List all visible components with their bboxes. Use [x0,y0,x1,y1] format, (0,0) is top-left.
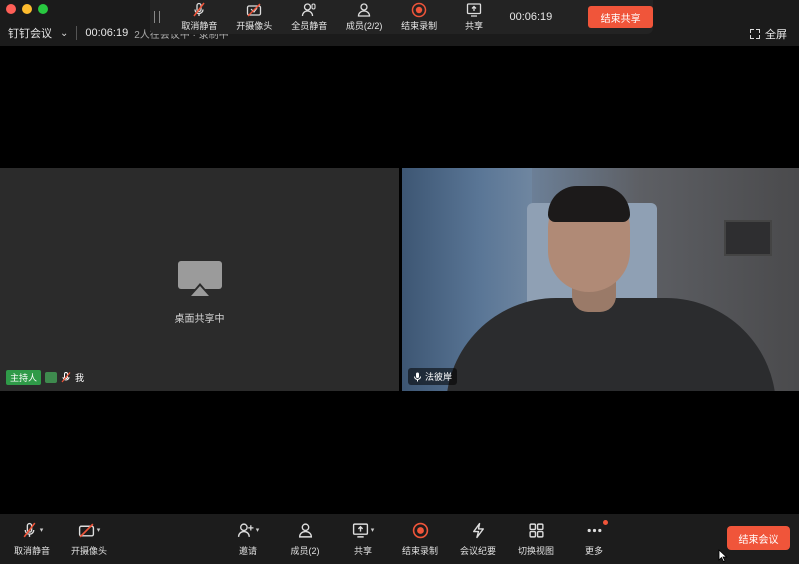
switch-view-button[interactable]: 切换视图 [504,520,568,560]
caret-down-icon[interactable]: ▾ [256,526,260,534]
close-window-button[interactable] [6,4,16,14]
participant-name-tag: 法彼岸 [408,368,458,385]
unmute-label: 取消静音 [181,21,218,31]
share-label: 共享 [353,546,372,556]
notification-dot [603,520,608,525]
meeting-timer: 00:06:19 [85,27,129,39]
start-camera-button[interactable]: 开摄像头 [227,0,282,34]
members-icon [357,3,371,17]
window-controls [6,4,48,14]
caret-down-icon[interactable]: ▾ [97,526,101,534]
meeting-minutes-label: 会议纪要 [459,546,496,556]
mic-muted-icon [61,372,71,383]
invite-button[interactable]: ▾ 邀请 [216,520,280,560]
bottom-toolbar: ▾ 取消静音 ▾ 开摄像头 ▾ 邀请 成员(2) ▾ 共享 结束录制 会议纪要 … [0,514,799,564]
invite-label: 邀请 [238,546,257,556]
unmute-button[interactable]: 取消静音 [172,0,227,34]
self-name: 我 [75,373,85,383]
meeting-window: 钉钉会议 ⌄ 00:06:19 2人在会议中 · 录制中 全屏 取消静音 开摄像… [0,0,799,564]
video-stage: 桌面共享中 主持人 我 法彼岸 [0,46,799,514]
start-camera-label: 开摄像头 [236,21,273,31]
more-label: 更多 [584,546,603,556]
drag-handle[interactable] [154,11,160,23]
self-name-row: 主持人 我 [6,370,84,385]
mute-all-icon [302,3,316,17]
record-stop-icon [411,2,427,18]
stop-recording-label: 结束录制 [401,546,438,556]
meeting-minutes-button[interactable]: 会议纪要 [446,520,510,560]
share-screen-icon [466,3,482,17]
members-button[interactable]: 成员(2/2) [337,0,392,34]
members-label: 成员(2/2) [345,21,383,31]
maximize-window-button[interactable] [38,4,48,14]
participant-name: 法彼岸 [425,372,453,382]
unmute-button[interactable]: ▾ 取消静音 [0,520,64,560]
host-badge: 主持人 [6,370,42,385]
mic-muted-icon [23,522,36,537]
grid-view-icon [528,522,544,538]
camera-off-icon [78,523,94,537]
fullscreen-label: 全屏 [765,29,787,41]
mic-muted-icon [193,2,205,17]
share-screen-icon [352,522,368,538]
share-button[interactable]: 共享 [447,0,502,34]
share-label: 共享 [464,21,483,31]
fullscreen-button[interactable]: 全屏 [750,26,787,42]
screen-share-icon [178,261,222,297]
participant-video-tile[interactable]: 法彼岸 [402,168,799,391]
end-meeting-button[interactable]: 结束会议 [727,526,790,550]
caret-down-icon[interactable]: ▾ [40,526,44,534]
members-label: 成员(2) [290,546,320,556]
invite-icon [237,522,254,537]
fullscreen-icon [750,29,760,39]
end-share-button[interactable]: 结束共享 [588,6,654,28]
share-button[interactable]: ▾ 共享 [331,520,395,560]
more-button[interactable]: 更多 [562,520,626,560]
app-title[interactable]: 钉钉会议 [8,25,52,41]
start-camera-label: 开摄像头 [70,546,107,556]
mouse-cursor-icon [718,549,728,562]
record-stop-icon [412,522,428,538]
participant-hair [548,186,630,222]
more-icon [587,528,601,532]
share-timer: 00:06:19 [509,11,553,23]
mute-all-button[interactable]: 全员静音 [282,0,337,34]
background-frame [724,220,772,256]
members-icon [298,522,312,538]
stop-recording-button[interactable]: 结束录制 [392,0,447,34]
screen-sharing-icon [45,372,58,383]
chevron-down-icon[interactable]: ⌄ [60,28,68,39]
share-toolbar: 取消静音 开摄像头 全员静音 成员(2/2) 结束录制 共享 00:06:19 … [150,0,654,34]
stop-recording-button[interactable]: 结束录制 [388,520,452,560]
caret-down-icon[interactable]: ▾ [371,526,375,534]
stop-recording-label: 结束录制 [401,21,438,31]
minutes-icon [472,522,484,538]
mic-icon [414,372,421,381]
camera-off-icon [247,3,262,17]
share-status-text: 桌面共享中 [174,314,225,325]
divider [76,26,78,40]
start-camera-button[interactable]: ▾ 开摄像头 [57,520,121,560]
members-button[interactable]: 成员(2) [273,520,337,560]
screen-share-tile[interactable]: 桌面共享中 主持人 我 [0,168,399,391]
unmute-label: 取消静音 [13,546,50,556]
minimize-window-button[interactable] [22,4,32,14]
mute-all-label: 全员静音 [291,21,328,31]
switch-view-label: 切换视图 [517,546,554,556]
